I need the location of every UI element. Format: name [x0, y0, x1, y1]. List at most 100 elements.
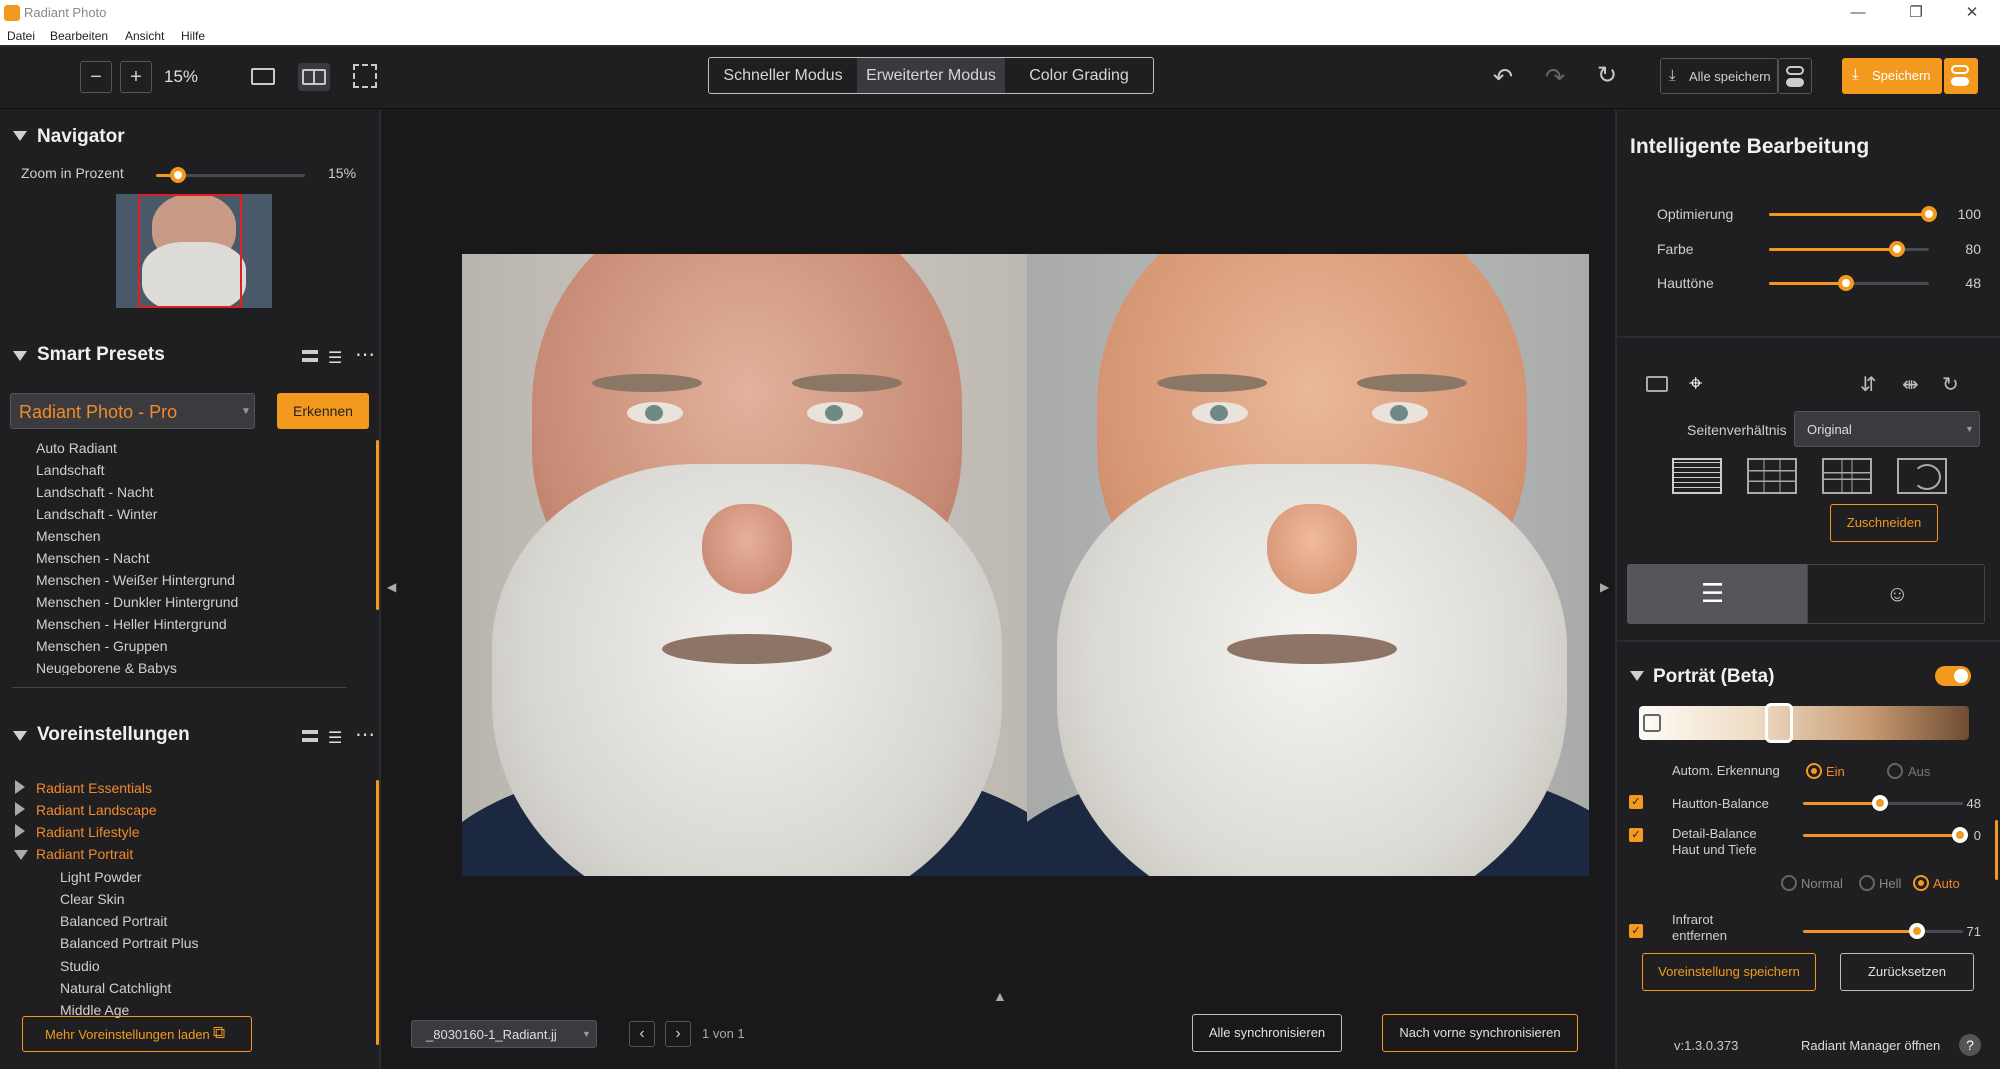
reset-button[interactable]: Zurücksetzen [1840, 953, 1974, 991]
presets-more-options-icon[interactable]: ⋯ [355, 722, 375, 747]
list-item[interactable]: Landschaft [36, 462, 105, 478]
expand-filmstrip-icon[interactable]: ▲ [993, 988, 1007, 1004]
save-options-button[interactable] [1944, 58, 1978, 94]
redo-icon[interactable]: ↷ [1540, 63, 1570, 92]
list-item[interactable]: Studio [60, 958, 100, 974]
flip-horizontal-icon[interactable]: ⇼ [1902, 372, 1919, 397]
optimierung-slider-track[interactable] [1769, 213, 1929, 216]
tab-adjustments[interactable]: ☰ [1627, 564, 1807, 624]
collapse-left-panel-icon[interactable]: ◀ [387, 580, 396, 594]
crop-button[interactable]: Zuschneiden [1830, 504, 1938, 542]
collapse-portrait-icon[interactable] [14, 850, 28, 860]
zoom-slider-knob[interactable] [170, 167, 186, 183]
hauttone-checkbox[interactable]: ✓ [1629, 795, 1643, 809]
expand-lifestyle-icon[interactable] [15, 824, 25, 838]
list-item[interactable]: Neugeborene & Babys [36, 660, 177, 675]
sync-forward-button[interactable]: Nach vorne synchronisieren [1382, 1014, 1578, 1052]
prev-image-button[interactable]: ‹ [629, 1021, 655, 1047]
grid-fine-icon[interactable] [1672, 458, 1722, 494]
list-view-icon[interactable]: ☰ [328, 348, 342, 368]
smart-preset-dropdown[interactable]: Radiant Photo - Pro ▼ [10, 393, 255, 429]
list-item[interactable]: Light Powder [60, 869, 142, 885]
save-preset-button[interactable]: Voreinstellung speichern [1642, 953, 1816, 991]
list-item[interactable]: Natural Catchlight [60, 980, 171, 996]
reset-icon[interactable]: ↻ [1592, 61, 1622, 90]
list-item[interactable]: Auto Radiant [36, 440, 117, 456]
list-item[interactable]: Menschen - Nacht [36, 550, 150, 566]
list-item[interactable]: Landschaft - Winter [36, 506, 157, 522]
list-item[interactable]: Menschen - Dunkler Hintergrund [36, 594, 238, 610]
expand-essentials-icon[interactable] [15, 780, 25, 794]
menu-bearbeiten[interactable]: Bearbeiten [50, 29, 108, 43]
grid-view-icon[interactable] [302, 350, 318, 362]
spiral-grid-icon[interactable] [1897, 458, 1947, 494]
preset-group-essentials[interactable]: Radiant Essentials [36, 780, 152, 796]
collapse-smart-presets-icon[interactable] [13, 351, 27, 361]
menu-hilfe[interactable]: Hilfe [181, 29, 205, 43]
mode-auto-radio[interactable] [1913, 875, 1929, 891]
load-more-presets-button[interactable]: Mehr Voreinstellungen laden ⧉ [22, 1016, 252, 1052]
farbe-slider-track[interactable] [1769, 248, 1929, 251]
zoom-in-button[interactable]: + [120, 61, 152, 93]
list-item[interactable]: Menschen [36, 528, 101, 544]
mode-color-grading[interactable]: Color Grading [1005, 58, 1153, 93]
list-item[interactable]: Clear Skin [60, 891, 125, 907]
navigator-viewport-frame[interactable] [138, 194, 242, 308]
list-item[interactable]: Landschaft - Nacht [36, 484, 154, 500]
detail-slider-track[interactable] [1803, 834, 1963, 837]
split-view-button[interactable] [298, 63, 330, 91]
auto-detect-on-radio[interactable] [1806, 763, 1822, 779]
mode-quick[interactable]: Schneller Modus [709, 58, 857, 93]
presets-scrollbar[interactable] [376, 780, 379, 1045]
hauttone-slider-knob[interactable] [1872, 795, 1888, 811]
farbe-slider-knob[interactable] [1889, 241, 1905, 257]
next-image-button[interactable]: › [665, 1021, 691, 1047]
skin-tone-selector[interactable] [1765, 703, 1793, 743]
grid-golden-icon[interactable] [1822, 458, 1872, 494]
tab-portrait[interactable]: ☺ [1807, 564, 1985, 624]
aspect-ratio-dropdown[interactable]: Original ▼ [1794, 411, 1980, 447]
preset-group-landscape[interactable]: Radiant Landscape [36, 802, 157, 818]
infrarot-checkbox[interactable]: ✓ [1629, 924, 1643, 938]
open-manager-link[interactable]: Radiant Manager öffnen [1801, 1038, 1940, 1053]
list-item[interactable]: Menschen - Heller Hintergrund [36, 616, 227, 632]
collapse-presets-icon[interactable] [13, 731, 27, 741]
sync-all-button[interactable]: Alle synchronisieren [1192, 1014, 1342, 1052]
mode-hell-radio[interactable] [1859, 875, 1875, 891]
collapse-right-panel-icon[interactable]: ▶ [1600, 580, 1609, 594]
zoom-out-button[interactable]: − [80, 61, 112, 93]
list-item[interactable]: Balanced Portrait [60, 913, 167, 929]
presets-grid-view-icon[interactable] [302, 730, 318, 742]
flip-vertical-icon[interactable]: ⇵ [1860, 372, 1877, 397]
detail-checkbox[interactable]: ✓ [1629, 828, 1643, 842]
right-panel-scrollbar[interactable] [1995, 820, 1998, 880]
save-button[interactable]: ⤓ Speichern [1842, 58, 1942, 94]
crop-icon[interactable]: ⌖ [1689, 370, 1703, 398]
collapse-portrait-section-icon[interactable] [1630, 671, 1644, 681]
compare-view-icon[interactable] [353, 64, 377, 88]
mode-advanced[interactable]: Erweiterter Modus [857, 58, 1005, 93]
skin-tone-gradient[interactable] [1639, 703, 1969, 743]
menu-datei[interactable]: Datei [7, 29, 35, 43]
navigator-thumbnail[interactable] [116, 194, 272, 308]
rotate-icon[interactable]: ↻ [1942, 372, 1959, 397]
auto-detect-off-radio[interactable] [1887, 763, 1903, 779]
smart-preset-scrollbar[interactable] [376, 440, 379, 610]
list-item[interactable]: Menschen - Weißer Hintergrund [36, 572, 235, 588]
close-icon[interactable]: ✕ [1952, 2, 1992, 24]
restore-icon[interactable]: ❐ [1896, 2, 1936, 24]
detect-button[interactable]: Erkennen [277, 393, 369, 429]
menu-ansicht[interactable]: Ansicht [125, 29, 164, 43]
after-image[interactable] [1027, 254, 1589, 876]
expand-landscape-icon[interactable] [15, 802, 25, 816]
collapse-navigator-icon[interactable] [13, 131, 27, 141]
single-view-icon[interactable] [251, 68, 275, 85]
before-image[interactable] [462, 254, 1027, 876]
preset-group-portrait[interactable]: Radiant Portrait [36, 846, 133, 862]
mode-normal-radio[interactable] [1781, 875, 1797, 891]
infrarot-slider-track[interactable] [1803, 930, 1963, 933]
file-dropdown[interactable]: _8030160-1_Radiant.jj ▼ [411, 1020, 597, 1048]
help-icon[interactable]: ? [1959, 1034, 1981, 1056]
preset-group-lifestyle[interactable]: Radiant Lifestyle [36, 824, 140, 840]
hauttoene-slider-knob[interactable] [1838, 275, 1854, 291]
